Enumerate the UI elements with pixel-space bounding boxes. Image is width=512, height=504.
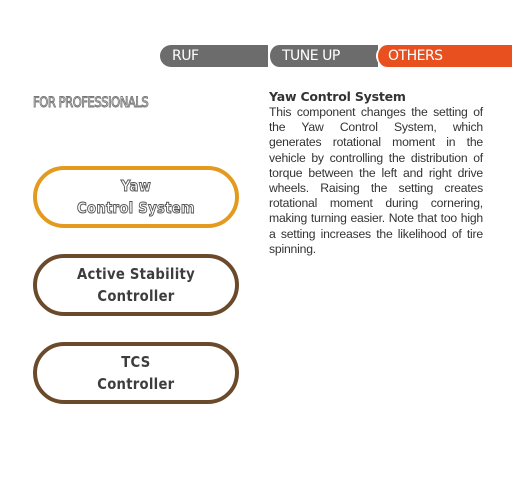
tab-tune-up[interactable]: TUNE UP [268, 45, 378, 67]
tcs-controller-button[interactable]: TCS Controller [33, 342, 239, 404]
tcs-controller-label: TCS Controller [97, 351, 174, 395]
yaw-control-system-button[interactable]: Yaw Control System [33, 166, 239, 228]
active-stability-controller-button[interactable]: Active Stability Controller [33, 254, 239, 316]
tab-ruf[interactable]: RUF [160, 45, 268, 67]
description-title: Yaw Control System [269, 89, 406, 104]
yaw-control-system-label: Yaw Control System [77, 175, 195, 219]
tcs-label-line2: Controller [97, 375, 175, 393]
yaw-label-line2: Control System [77, 199, 195, 218]
active-stability-controller-label: Active Stability Controller [77, 263, 195, 307]
tab-others[interactable]: OTHERS [376, 45, 512, 67]
asc-label-line1: Active Stability [77, 265, 195, 283]
description-body: This component changes the setting of th… [269, 105, 483, 256]
section-heading: FOR PROFESSIONALS [33, 95, 149, 112]
top-tab-bar: RUF TUNE UP OTHERS [160, 45, 512, 67]
description-panel: Yaw Control System This component change… [269, 89, 483, 257]
asc-label-line2: Controller [97, 287, 175, 305]
yaw-label-line1: Yaw [120, 177, 152, 196]
tcs-label-line1: TCS [121, 353, 151, 371]
